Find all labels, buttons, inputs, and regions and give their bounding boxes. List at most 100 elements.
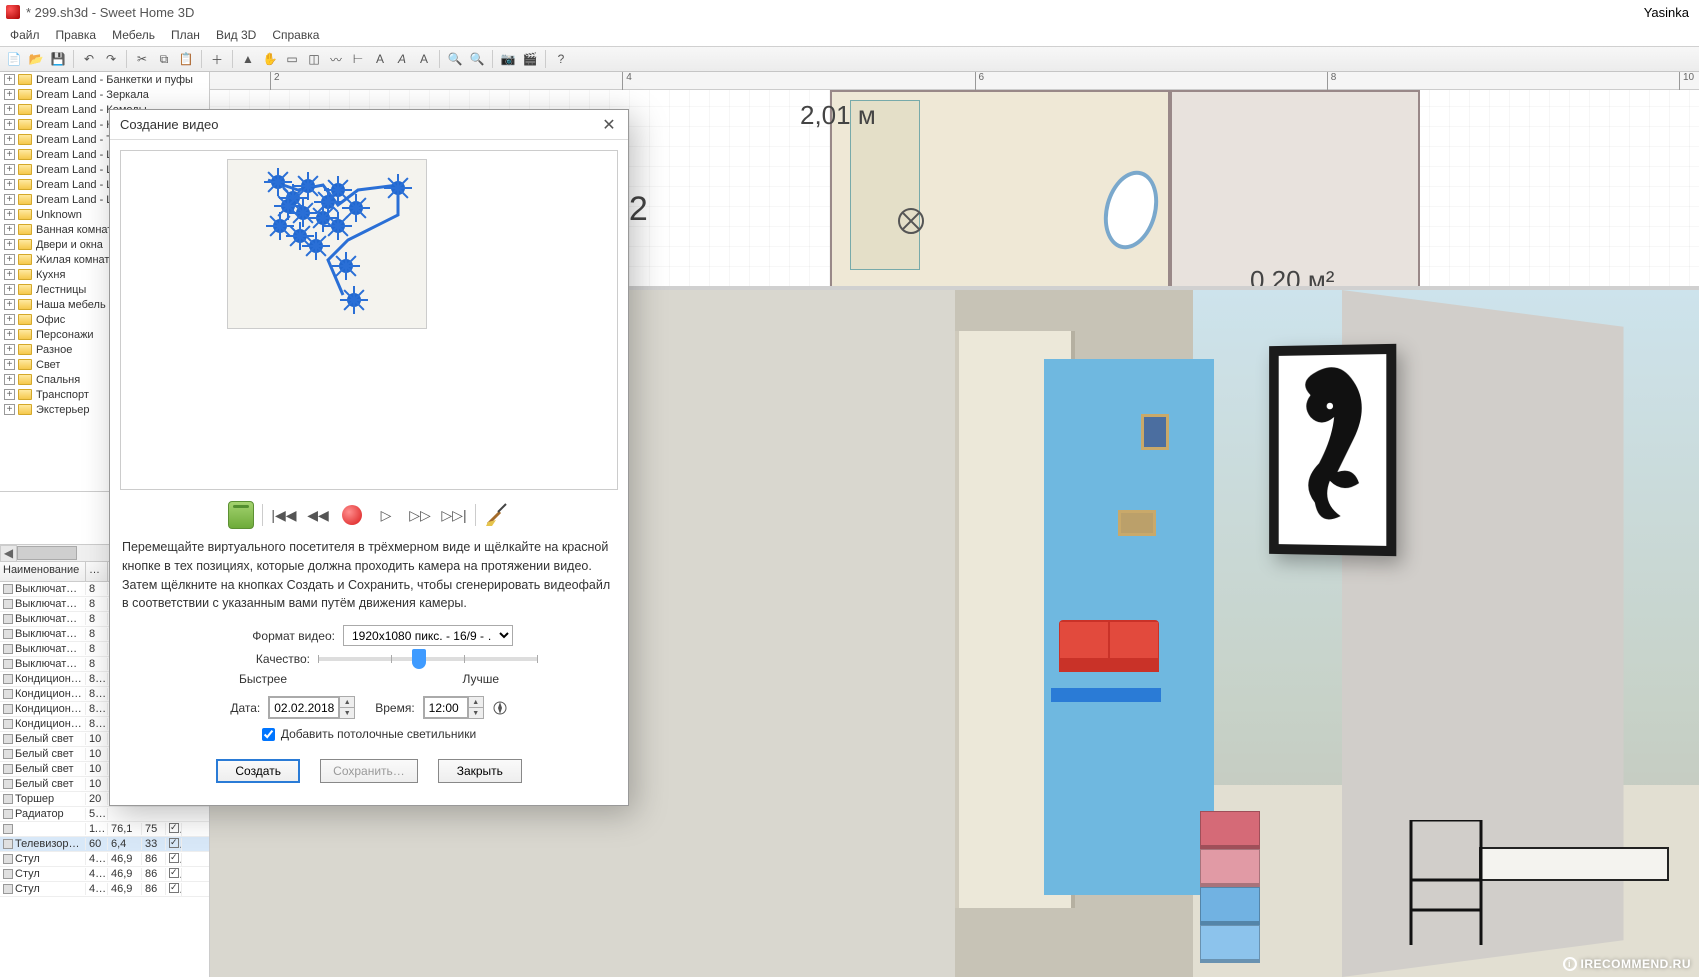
expand-icon[interactable]: + bbox=[4, 284, 15, 295]
expand-icon[interactable]: + bbox=[4, 209, 15, 220]
expand-icon[interactable]: + bbox=[4, 269, 15, 280]
expand-icon[interactable]: + bbox=[4, 254, 15, 265]
zoom-in-icon[interactable]: 🔍 bbox=[445, 49, 465, 69]
open-icon[interactable]: 📂 bbox=[26, 49, 46, 69]
copy-icon[interactable]: ⧉ bbox=[154, 49, 174, 69]
compass-icon[interactable] bbox=[492, 700, 508, 716]
expand-icon[interactable]: + bbox=[4, 179, 15, 190]
menu-plan[interactable]: План bbox=[165, 26, 206, 44]
expand-icon[interactable]: + bbox=[4, 164, 15, 175]
expand-icon[interactable]: + bbox=[4, 149, 15, 160]
new-icon[interactable]: 📄 bbox=[4, 49, 24, 69]
menu-file[interactable]: Файл bbox=[4, 26, 46, 44]
expand-icon[interactable]: + bbox=[4, 104, 15, 115]
camera-node[interactable] bbox=[391, 181, 405, 195]
menu-edit[interactable]: Правка bbox=[50, 26, 103, 44]
format-select[interactable]: 1920x1080 пикс. - 16/9 - … bbox=[343, 625, 513, 646]
expand-icon[interactable]: + bbox=[4, 119, 15, 130]
wall-icon[interactable]: ▭ bbox=[282, 49, 302, 69]
quality-slider[interactable] bbox=[318, 657, 538, 661]
table-row[interactable]: Телевизор …606,433 bbox=[0, 837, 209, 852]
visible-checkbox[interactable] bbox=[169, 823, 179, 833]
table-row[interactable]: 11076,175 bbox=[0, 822, 209, 837]
expand-icon[interactable]: + bbox=[4, 134, 15, 145]
expand-icon[interactable]: + bbox=[4, 224, 15, 235]
camera-node[interactable] bbox=[349, 201, 363, 215]
table-row[interactable]: Стул4…46,986 bbox=[0, 882, 209, 897]
visible-checkbox[interactable] bbox=[169, 853, 179, 863]
redo-icon[interactable]: ↷ bbox=[101, 49, 121, 69]
select-icon[interactable]: ▲ bbox=[238, 49, 258, 69]
menu-furniture[interactable]: Мебель bbox=[106, 26, 161, 44]
visible-checkbox[interactable] bbox=[169, 883, 179, 893]
create-video-dialog: Создание видео ✕ [ [150,24],[165,40],[18… bbox=[109, 109, 629, 806]
date-down-icon[interactable]: ▼ bbox=[339, 708, 354, 718]
rewind-icon[interactable]: ◀◀ bbox=[305, 502, 331, 528]
tree-item[interactable]: +Dream Land - Банкетки и пуфы bbox=[0, 72, 209, 87]
expand-icon[interactable]: + bbox=[4, 74, 15, 85]
record-icon[interactable] bbox=[339, 502, 365, 528]
expand-icon[interactable]: + bbox=[4, 314, 15, 325]
table-row[interactable]: Радиатор5… bbox=[0, 807, 209, 822]
table-row[interactable]: Стул4…46,986 bbox=[0, 852, 209, 867]
skip-end-icon[interactable]: ▷▷| bbox=[441, 502, 467, 528]
trash-icon[interactable] bbox=[228, 502, 254, 528]
visible-checkbox[interactable] bbox=[169, 838, 179, 848]
expand-icon[interactable]: + bbox=[4, 374, 15, 385]
date-input[interactable] bbox=[269, 697, 339, 718]
broom-icon[interactable] bbox=[484, 502, 510, 528]
table-row[interactable]: Стул4…46,986 bbox=[0, 867, 209, 882]
expand-icon[interactable]: + bbox=[4, 89, 15, 100]
close-button[interactable]: Закрыть bbox=[438, 759, 522, 783]
create-button[interactable]: Создать bbox=[216, 759, 300, 783]
video-icon[interactable]: 🎬 bbox=[520, 49, 540, 69]
folder-icon bbox=[18, 284, 32, 295]
text-icon[interactable]: A bbox=[370, 49, 390, 69]
time-down-icon[interactable]: ▼ bbox=[468, 708, 483, 718]
room-icon[interactable]: ◫ bbox=[304, 49, 324, 69]
skip-start-icon[interactable]: |◀◀ bbox=[271, 502, 297, 528]
save-button[interactable]: Сохранить… bbox=[320, 759, 418, 783]
scroll-left-icon[interactable]: ◀ bbox=[0, 545, 17, 562]
col-dots[interactable]: … bbox=[86, 562, 108, 581]
cut-icon[interactable]: ✂ bbox=[132, 49, 152, 69]
undo-icon[interactable]: ↶ bbox=[79, 49, 99, 69]
expand-icon[interactable]: + bbox=[4, 404, 15, 415]
pan-icon[interactable]: ✋ bbox=[260, 49, 280, 69]
time-spinner[interactable]: ▲▼ bbox=[423, 696, 484, 719]
forward-icon[interactable]: ▷▷ bbox=[407, 502, 433, 528]
paste-icon[interactable]: 📋 bbox=[176, 49, 196, 69]
ceiling-lights-checkbox[interactable] bbox=[262, 728, 275, 741]
help-icon[interactable]: ? bbox=[551, 49, 571, 69]
dimension-icon[interactable]: ⊢ bbox=[348, 49, 368, 69]
close-icon[interactable]: ✕ bbox=[600, 116, 618, 134]
menu-3dview[interactable]: Вид 3D bbox=[210, 26, 262, 44]
expand-icon[interactable]: + bbox=[4, 359, 15, 370]
expand-icon[interactable]: + bbox=[4, 239, 15, 250]
photo-icon[interactable]: 📷 bbox=[498, 49, 518, 69]
save-icon[interactable]: 💾 bbox=[48, 49, 68, 69]
expand-icon[interactable]: + bbox=[4, 194, 15, 205]
menu-help[interactable]: Справка bbox=[266, 26, 325, 44]
video-path-preview[interactable]: [ [150,24],[165,40],[180,28],[200,44],[1… bbox=[120, 150, 618, 490]
time-up-icon[interactable]: ▲ bbox=[468, 697, 483, 708]
zoom-out-icon[interactable]: 🔍 bbox=[467, 49, 487, 69]
add-furniture-icon[interactable]: ＋ bbox=[207, 49, 227, 69]
text-italic-icon[interactable]: A bbox=[414, 49, 434, 69]
camera-node[interactable] bbox=[339, 259, 353, 273]
expand-icon[interactable]: + bbox=[4, 344, 15, 355]
expand-icon[interactable]: + bbox=[4, 299, 15, 310]
play-icon[interactable]: ▷ bbox=[373, 502, 399, 528]
date-spinner[interactable]: ▲▼ bbox=[268, 696, 355, 719]
time-input[interactable] bbox=[424, 697, 468, 718]
date-up-icon[interactable]: ▲ bbox=[339, 697, 354, 708]
text-bold-icon[interactable]: A bbox=[392, 49, 412, 69]
expand-icon[interactable]: + bbox=[4, 329, 15, 340]
tree-item[interactable]: +Dream Land - Зеркала bbox=[0, 87, 209, 102]
expand-icon[interactable]: + bbox=[4, 389, 15, 400]
camera-node[interactable] bbox=[347, 293, 361, 307]
scroll-thumb[interactable] bbox=[17, 546, 77, 560]
polyline-icon[interactable]: 〰 bbox=[326, 49, 346, 69]
visible-checkbox[interactable] bbox=[169, 868, 179, 878]
col-name[interactable]: Наименование bbox=[0, 562, 86, 581]
